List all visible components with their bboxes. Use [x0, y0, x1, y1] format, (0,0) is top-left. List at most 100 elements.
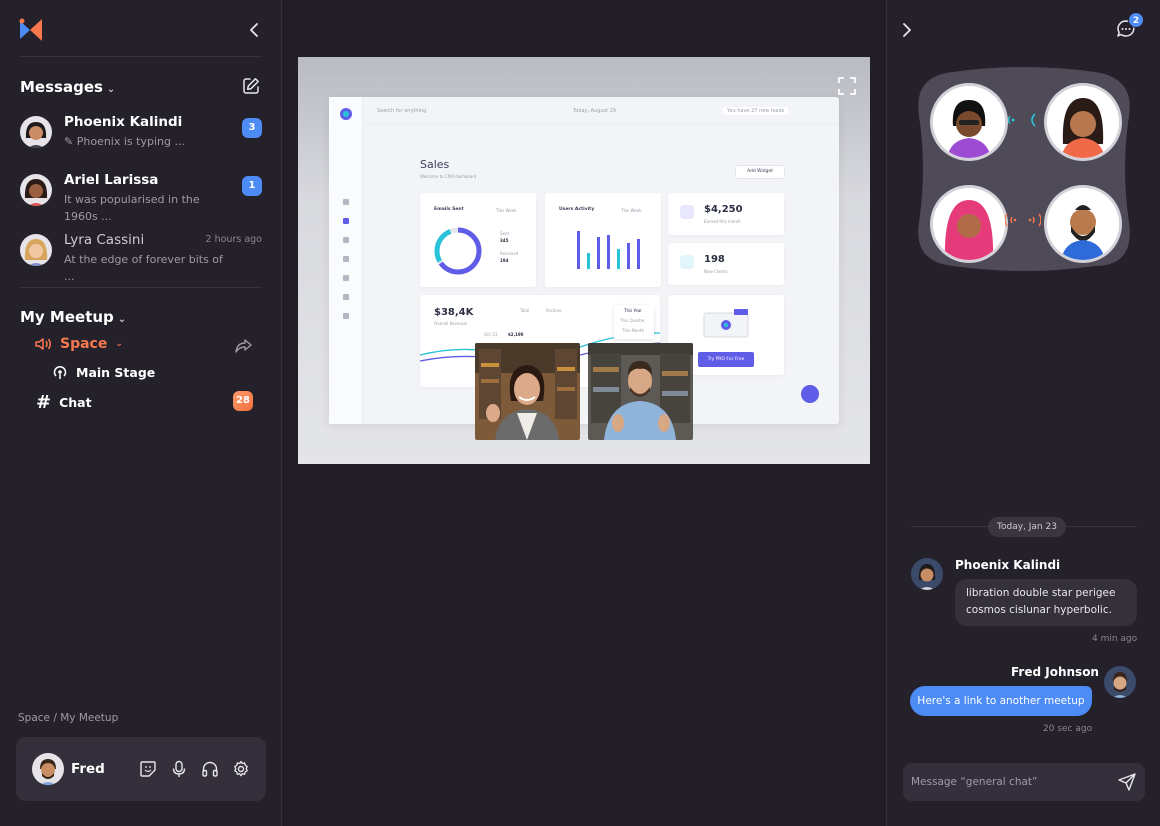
message-author: Phoenix Kalindi	[955, 558, 1061, 572]
meetup-header[interactable]: My Meetup ⌄	[20, 308, 126, 326]
chat-message-incoming: libration double star perigee cosmos cis…	[955, 579, 1137, 626]
speaking-waves-icon	[1005, 213, 1041, 227]
headphones-icon[interactable]	[201, 760, 219, 778]
speaker-icon	[35, 338, 51, 350]
broadcast-icon	[53, 365, 67, 379]
avatar	[20, 174, 52, 206]
chat-fab-icon	[801, 385, 819, 403]
message-author: Fred Johnson	[1011, 665, 1099, 679]
message-composer	[903, 763, 1145, 801]
user-name: Fred	[71, 761, 105, 777]
avatar[interactable]	[32, 753, 64, 785]
dashboard-topbar: Search for anything Today, August 29 You…	[363, 97, 839, 125]
dashboard-notice: You have 27 new leads	[723, 107, 789, 115]
preview-text: It was popularised in the 1960s ...	[64, 193, 200, 223]
sidebar-item-chat[interactable]: # Chat	[36, 392, 92, 413]
add-widget-button: Add Widget	[735, 165, 785, 179]
fullscreen-icon[interactable]	[838, 77, 856, 95]
activity-filter: This Week	[621, 208, 642, 213]
gear-icon[interactable]	[232, 760, 250, 778]
received-value: 194	[500, 258, 509, 263]
audio-room	[913, 66, 1135, 272]
message-timestamp: 20 sec ago	[1043, 724, 1093, 734]
chevron-down-icon: ⌄	[106, 84, 116, 95]
legend-positive: Positive	[546, 308, 562, 313]
hash-icon: #	[36, 392, 52, 413]
dashboard-subtitle: Welcome to CRM dashboard	[420, 174, 477, 179]
contact-name: Ariel Larissa	[64, 172, 159, 188]
conversation-item[interactable]: Lyra Cassini At the edge of forever bits…	[20, 232, 264, 283]
conversation-item[interactable]: Ariel Larissa It was popularised in the …	[20, 172, 264, 223]
sticker-icon[interactable]	[139, 760, 157, 778]
earned-card: $4,250 Earned this month	[668, 193, 784, 235]
dashboard-title: Sales	[420, 158, 450, 171]
avatar	[1104, 666, 1136, 698]
messages-title: Messages	[20, 78, 103, 96]
menu-year: This Year	[624, 308, 642, 313]
earned-value: $4,250	[704, 204, 743, 215]
compose-icon[interactable]	[242, 77, 260, 95]
sidebar: Messages ⌄ Phoenix Kalindi ✎ Phoenix is t…	[0, 0, 282, 826]
divider	[20, 287, 262, 288]
unread-badge: 1	[242, 176, 262, 196]
speaking-waves-icon	[1007, 113, 1036, 127]
emails-filter: This Week	[496, 208, 517, 213]
clients-value: 198	[704, 254, 725, 265]
date-label: Today, Jan 23	[988, 517, 1066, 537]
sidebar-item-space[interactable]: Space ⌄	[34, 336, 123, 352]
send-icon[interactable]	[1118, 773, 1136, 791]
dashboard-logo-icon	[340, 108, 352, 120]
right-panel: 2 Today, Jan 23 Phoenix Kalindi libratio…	[886, 0, 1160, 826]
pencil-icon: ✎	[64, 135, 77, 148]
menu-quarter: This Quarter	[620, 318, 645, 323]
participant-seat[interactable]	[1047, 86, 1119, 158]
preview-text: At the edge of forever bits of ...	[64, 253, 223, 283]
breadcrumb: Space / My Meetup	[18, 712, 119, 724]
clients-card: 198 New Clients	[668, 243, 784, 285]
dashboard-search: Search for anything	[377, 108, 427, 114]
emails-title: Emails Sent	[434, 207, 464, 212]
shield-icon	[680, 255, 694, 269]
microphone-icon[interactable]	[170, 760, 188, 778]
shared-dashboard: Search for anything Today, August 29 You…	[329, 97, 839, 424]
message-timestamp: 4 min ago	[1092, 634, 1138, 644]
period-menu: This Year This Quarter This Month	[614, 305, 654, 339]
dashboard-sidebar	[329, 97, 363, 424]
participant-video[interactable]	[475, 343, 580, 440]
meetup-title: My Meetup	[20, 308, 114, 326]
avatar	[20, 116, 52, 148]
contact-name: Phoenix Kalindi	[64, 114, 183, 130]
avatar	[911, 558, 943, 590]
sidebar-item-main-stage[interactable]: Main Stage	[52, 364, 155, 380]
participant-seat[interactable]	[1047, 188, 1119, 260]
chevron-left-icon[interactable]	[246, 20, 262, 40]
chevron-right-icon[interactable]	[901, 20, 913, 40]
chevron-down-icon: ⌄	[115, 339, 123, 349]
try-pro-button: Try PRO For Free	[698, 352, 754, 367]
sent-value: 345	[500, 238, 509, 243]
chat-label: Chat	[59, 395, 92, 410]
emails-card: Emails Sent This Week Sent 345 Received …	[420, 193, 536, 287]
contact-name: Lyra Cassini	[64, 232, 145, 248]
legend-sent: Sent	[500, 231, 510, 236]
activity-title: Users Activity	[559, 207, 595, 212]
notification-badge: 2	[1128, 12, 1144, 28]
participant-seat[interactable]	[933, 188, 1005, 260]
clients-label: New Clients	[704, 269, 728, 274]
participant-seat[interactable]	[933, 86, 1005, 158]
app-logo-icon	[19, 18, 42, 41]
screen-share-view[interactable]: Search for anything Today, August 29 You…	[298, 57, 870, 464]
conversation-item[interactable]: Phoenix Kalindi ✎ Phoenix is typing ... …	[20, 114, 264, 164]
promo-illustration	[703, 309, 749, 338]
participant-video[interactable]	[588, 343, 693, 440]
chat-message-outgoing[interactable]: Here's a link to another meetup	[910, 686, 1092, 716]
messages-header[interactable]: Messages ⌄	[20, 78, 115, 96]
bar-chart	[577, 231, 640, 269]
conversation-preview: ✎ Phoenix is typing ...	[64, 133, 232, 150]
timestamp: 2 hours ago	[205, 234, 262, 245]
legend-total: Total	[520, 308, 530, 313]
revenue-value: $38,4K	[434, 307, 474, 318]
message-input[interactable]	[911, 763, 1111, 801]
share-icon[interactable]	[234, 338, 252, 354]
app-window: Messages ⌄ Phoenix Kalindi ✎ Phoenix is t…	[0, 0, 1160, 826]
